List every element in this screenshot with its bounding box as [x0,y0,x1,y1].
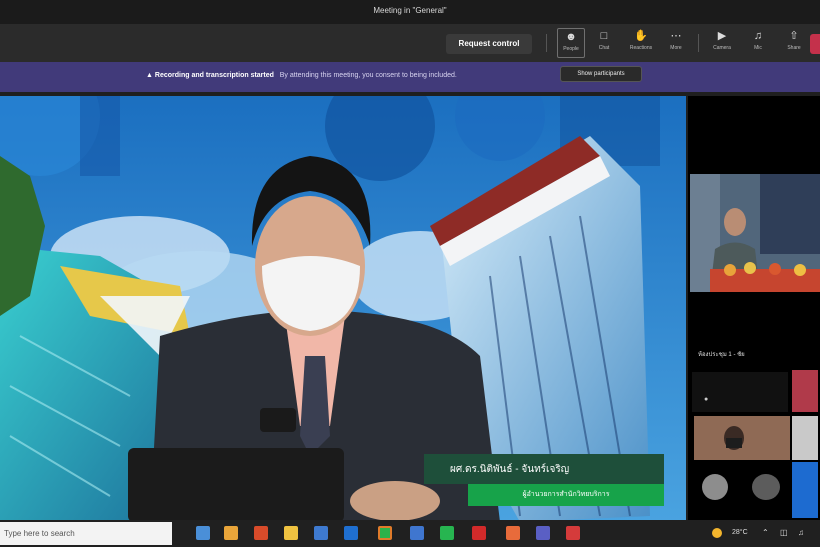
participant-tile[interactable] [694,416,790,460]
people-tooltip: Show participants [560,66,642,82]
mail-icon[interactable] [344,526,358,540]
mic-label: Mic [754,45,762,51]
participant-video-image [694,416,790,460]
network-icon[interactable]: ◫ [780,528,788,537]
line-icon[interactable] [378,526,392,540]
chrome-icon[interactable] [224,526,238,540]
participant-video-tile[interactable] [690,174,820,292]
share-icon: ⇧ [789,30,799,42]
meeting-toolbar: Request control ☻ People □ Chat ✋ Reacti… [0,24,820,62]
more-button[interactable]: ⋯ More [662,28,690,58]
share-button[interactable]: ⇧ Share [780,28,808,58]
app-icon[interactable] [314,526,328,540]
chat-button[interactable]: □ Chat [590,28,618,58]
app-icon[interactable] [472,526,486,540]
camera-button[interactable]: ▶ Camera [706,28,738,58]
taskbar-search-input[interactable]: Type here to search [0,522,172,545]
chat-label: Chat [598,45,610,51]
people-icon: ☻ [565,31,577,43]
app-icon[interactable] [254,526,268,540]
participant-tile[interactable] [792,370,818,412]
tray-temperature: 28°C [732,529,748,536]
participant-tile-label: ห้องประชุม 1 - ชัย [698,352,745,358]
whatsapp-icon[interactable] [440,526,454,540]
participant-avatar[interactable] [702,474,728,500]
tray-chevron-icon[interactable]: ⌃ [762,528,769,537]
people-label: People [563,46,579,52]
camera-icon: ▶ [717,30,727,42]
recording-banner-text: ▲ Recording and transcription started By… [146,72,457,79]
volume-icon[interactable]: ♫ [798,528,804,537]
warning-icon: ▲ [146,72,153,79]
recording-banner-bold: Recording and transcription started [154,72,274,79]
speaker-name-caption: ผศ.ดร.นิติพันธ์ - จันทร์เจริญ [424,454,664,484]
mic-off-icon: ● [704,396,709,403]
recording-banner: ▲ Recording and transcription started By… [0,62,820,92]
participant-tile[interactable] [792,416,818,460]
participant-tile[interactable] [792,462,818,518]
participant-video-image [690,174,820,292]
app-icon[interactable] [566,526,580,540]
share-label: Share [787,45,801,51]
reactions-button[interactable]: ✋ Reactions [624,28,658,58]
toolbar-divider [546,34,547,52]
file-explorer-icon[interactable] [284,526,298,540]
participant-tile[interactable]: ● [692,372,788,412]
teams-icon[interactable] [536,526,550,540]
mic-icon: ♫ [753,30,763,42]
speaker-role-caption: ผู้อำนวยการสำนักวิทยบริการ [468,484,664,506]
window-title: Meeting in "General" [373,6,447,15]
request-control-button[interactable]: Request control [446,34,532,54]
taskbar: Type here to search 28°C ⌃ ◫ ♫ [0,520,820,547]
word-icon[interactable] [410,526,424,540]
weather-icon[interactable] [712,528,722,538]
more-label: More [670,45,682,51]
more-icon: ⋯ [670,30,682,42]
camera-label: Camera [713,45,731,51]
recording-banner-consent: By attending this meeting, you consent t… [279,72,457,79]
task-view-icon[interactable] [196,526,210,540]
reactions-label: Reactions [629,45,653,51]
reactions-icon: ✋ [634,30,648,42]
mic-button[interactable]: ♫ Mic [744,28,772,58]
participant-avatar[interactable] [752,474,780,500]
leave-button[interactable] [810,34,820,54]
chat-icon: □ [600,30,608,42]
app-icon[interactable] [506,526,520,540]
title-bar: Meeting in "General" [0,0,820,24]
people-button[interactable]: ☻ People [557,28,585,58]
toolbar-divider [698,34,699,52]
